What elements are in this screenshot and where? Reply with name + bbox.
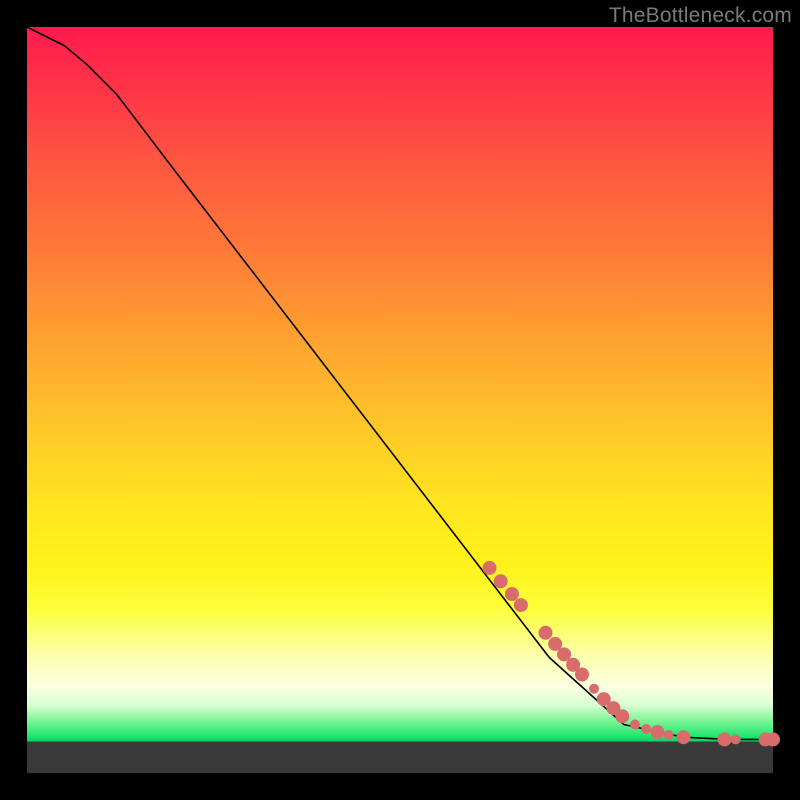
chart-frame: TheBottleneck.com: [0, 0, 800, 800]
data-point: [641, 724, 651, 734]
data-point: [505, 587, 519, 601]
chart-overlay: [27, 27, 773, 773]
data-point: [718, 732, 732, 746]
data-point: [494, 574, 508, 588]
data-point: [615, 709, 629, 723]
data-point: [514, 598, 528, 612]
watermark-label: TheBottleneck.com: [609, 4, 792, 28]
data-point: [630, 720, 640, 730]
data-point: [677, 730, 691, 744]
data-point: [575, 668, 589, 682]
data-point: [589, 684, 599, 694]
marker-cluster: [483, 561, 781, 747]
curve-line: [27, 27, 773, 739]
data-point: [731, 734, 741, 744]
data-point: [766, 732, 780, 746]
data-point: [664, 730, 674, 740]
data-point: [483, 561, 497, 575]
data-point: [539, 626, 553, 640]
data-point: [650, 725, 664, 739]
